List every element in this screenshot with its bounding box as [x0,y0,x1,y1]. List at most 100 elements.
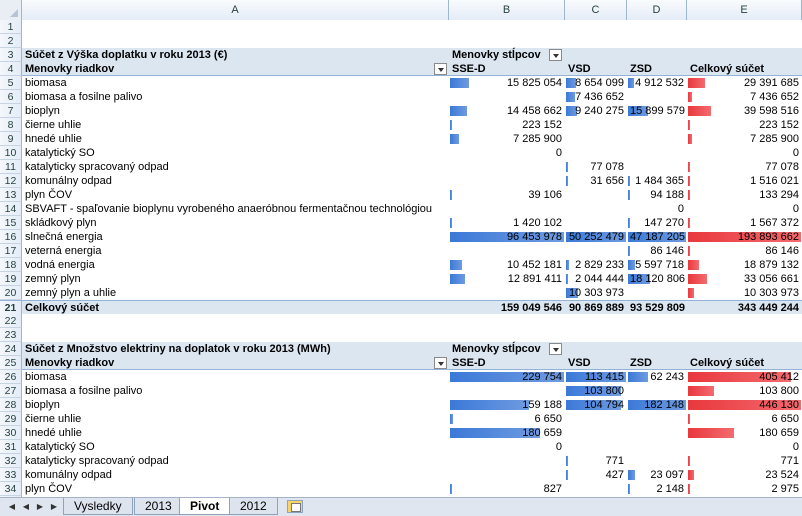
value-vsd[interactable]: 77 078 [565,160,627,174]
value-total[interactable]: 39 598 516 [687,104,802,118]
sheet-tab-vysledky[interactable]: Vysledky [63,498,133,515]
value-total[interactable]: 6 650 [687,412,802,426]
value-zsd[interactable] [627,454,687,468]
value-total[interactable]: 10 303 973 [687,286,802,300]
value-sse-d[interactable]: 180 659 [449,426,565,440]
value-sse-d[interactable]: 14 458 662 [449,104,565,118]
value-sse-d[interactable] [449,90,565,104]
grand-total-vsd[interactable]: 90 869 889 [565,301,627,315]
next-sheet-nav-icon[interactable]: ▶ [34,501,46,513]
column-header-d[interactable]: D [627,0,687,20]
row-labels-caption[interactable]: Menovky riadkov [22,356,449,370]
select-all-corner[interactable] [0,0,22,20]
value-vsd[interactable] [565,146,627,160]
value-vsd[interactable] [565,412,627,426]
value-zsd[interactable]: 94 188 [627,188,687,202]
column-labels-caption[interactable]: Menovky stĺpcov [449,48,565,62]
value-sse-d[interactable] [449,286,565,300]
row-header[interactable]: 29 [0,412,22,426]
value-zsd[interactable] [627,132,687,146]
value-vsd[interactable]: 10 303 973 [565,286,627,300]
value-zsd[interactable]: 15 899 579 [627,104,687,118]
row-header[interactable]: 12 [0,174,22,188]
value-vsd[interactable]: 2 044 444 [565,272,627,286]
value-total[interactable]: 193 893 662 [687,230,802,244]
row-label[interactable]: plyn ČOV [22,188,449,202]
row-header[interactable]: 17 [0,244,22,258]
row-labels-caption[interactable]: Menovky riadkov [22,62,449,76]
value-zsd[interactable] [627,90,687,104]
value-zsd[interactable] [627,384,687,398]
row-label[interactable]: zemný plyn [22,272,449,286]
row-label[interactable]: veterná energia [22,244,449,258]
row-header[interactable]: 5 [0,76,22,90]
row-label[interactable]: skládkový plyn [22,216,449,230]
value-total[interactable]: 33 056 661 [687,272,802,286]
value-sse-d[interactable]: 15 825 054 [449,76,565,90]
value-total[interactable]: 405 412 [687,370,802,384]
value-total[interactable]: 18 879 132 [687,258,802,272]
column-labels-filter-icon[interactable] [549,49,562,61]
value-vsd[interactable]: 427 [565,468,627,482]
value-sse-d[interactable]: 96 453 978 [449,230,565,244]
value-zsd[interactable] [627,440,687,454]
value-total[interactable]: 86 146 [687,244,802,258]
value-vsd[interactable]: 103 800 [565,384,627,398]
value-zsd[interactable]: 182 148 [627,398,687,412]
insert-sheet-icon[interactable] [287,500,303,513]
row-header[interactable]: 31 [0,440,22,454]
column-header-e[interactable]: E [687,0,802,20]
value-total[interactable]: 2 975 [687,482,802,496]
row-header[interactable]: 25 [0,356,22,370]
row-labels-filter-icon[interactable] [434,63,447,75]
col-name-zsd[interactable]: ZSD [627,62,687,76]
value-zsd[interactable]: 18 120 806 [627,272,687,286]
row-label[interactable]: vodná energia [22,258,449,272]
value-zsd[interactable]: 47 187 205 [627,230,687,244]
row-header[interactable]: 9 [0,132,22,146]
value-zsd[interactable]: 4 912 532 [627,76,687,90]
value-sse-d[interactable] [449,468,565,482]
row-label[interactable]: slnečná energia [22,230,449,244]
row-label[interactable]: SBVAFT - spaľovanie bioplynu vyrobeného … [22,202,449,216]
col-name-zsd[interactable]: ZSD [627,356,687,370]
grand-total-sse-d[interactable]: 159 049 546 [449,301,565,315]
row-label[interactable]: katalytický SO [22,440,449,454]
value-zsd[interactable] [627,412,687,426]
value-zsd[interactable]: 23 097 [627,468,687,482]
value-total[interactable]: 133 294 [687,188,802,202]
row-label[interactable]: biomasa [22,370,449,384]
row-label[interactable]: čierne uhlie [22,118,449,132]
value-sse-d[interactable]: 159 188 [449,398,565,412]
value-total[interactable]: 0 [687,146,802,160]
value-total[interactable]: 103 800 [687,384,802,398]
row-label[interactable]: komunálny odpad [22,174,449,188]
row-header[interactable]: 15 [0,216,22,230]
row-header[interactable]: 32 [0,454,22,468]
value-total[interactable]: 7 285 900 [687,132,802,146]
row-header[interactable]: 6 [0,90,22,104]
row-header[interactable]: 2 [0,34,22,48]
pivot-title[interactable]: Súčet z Množstvo elektriny na doplatok v… [22,342,449,356]
row-label[interactable]: komunálny odpad [22,468,449,482]
value-total[interactable]: 29 391 685 [687,76,802,90]
value-vsd[interactable] [565,440,627,454]
value-zsd[interactable]: 5 597 718 [627,258,687,272]
value-total[interactable]: 0 [687,202,802,216]
row-label[interactable]: biomasa [22,76,449,90]
row-label[interactable]: hnedé uhlie [22,132,449,146]
column-header-a[interactable]: A [22,0,449,20]
row-header[interactable]: 22 [0,314,22,328]
row-header[interactable]: 11 [0,160,22,174]
row-label[interactable]: katalyticky spracovaný odpad [22,454,449,468]
value-vsd[interactable]: 9 240 275 [565,104,627,118]
row-header[interactable]: 27 [0,384,22,398]
value-vsd[interactable] [565,132,627,146]
row-header[interactable]: 7 [0,104,22,118]
spreadsheet-grid[interactable]: A B C D E 1 2 3 Súčet z Výška doplatku v ro… [0,0,802,497]
value-zsd[interactable] [627,286,687,300]
value-vsd[interactable]: 7 436 652 [565,90,627,104]
value-sse-d[interactable]: 7 285 900 [449,132,565,146]
value-vsd[interactable]: 104 794 [565,398,627,412]
value-vsd[interactable]: 771 [565,454,627,468]
